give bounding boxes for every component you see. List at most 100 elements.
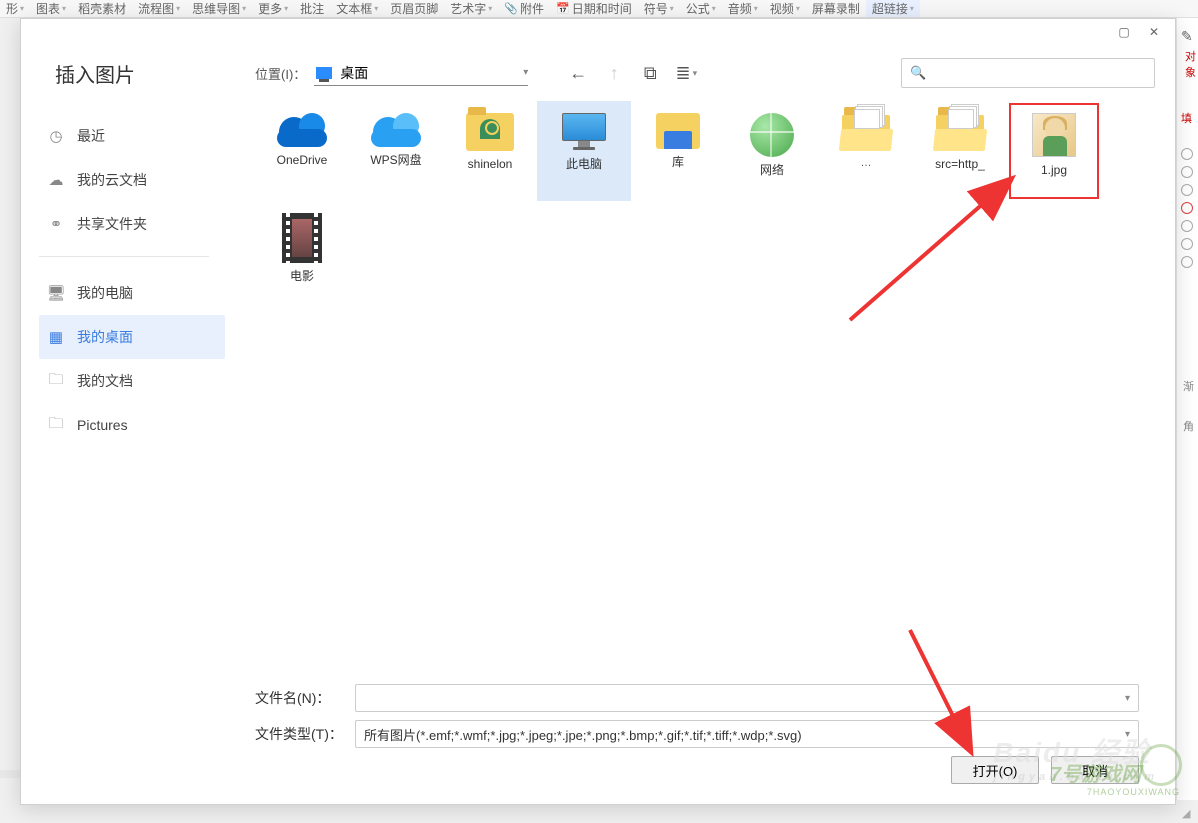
file-label: 网络	[760, 163, 784, 177]
back-button[interactable]: ←	[564, 59, 592, 87]
nav-icon: ☁	[45, 171, 67, 189]
nav-label: 最近	[77, 126, 105, 146]
sidebar-item[interactable]: ⚭共享文件夹	[39, 202, 225, 246]
ribbon-item[interactable]: 日期和时间	[550, 0, 638, 17]
insert-picture-dialog: ▢ ✕ 插入图片 ◷最近☁我的云文档⚭共享文件夹🖥我的电脑▦我的桌面🗀我的文档🗀…	[20, 18, 1176, 805]
file-label: 此电脑	[566, 157, 602, 171]
ribbon-item[interactable]: 形▾	[0, 0, 30, 17]
monitor-icon	[316, 67, 332, 79]
ribbon-item[interactable]: 流程图▾	[132, 0, 186, 17]
new-folder-button[interactable]: ⧉	[636, 59, 664, 87]
ribbon-item[interactable]: 屏幕录制	[806, 0, 866, 17]
watermark-site: 7号游戏网 7HAOYOUXIWANG	[1050, 758, 1180, 797]
nav-icon: ◷	[45, 127, 67, 145]
option-dots	[1181, 142, 1193, 274]
dialog-main: 位置(I)： 桌面 ▾ ← ↑ ⧉ ≣▾ 🔍 OneDrive WPS网盘 shin…	[231, 45, 1175, 804]
sidebar-item[interactable]: ▦ 我的桌面	[39, 315, 225, 359]
search-icon: 🔍	[910, 65, 926, 81]
filetype-label: 文件类型(T)：	[255, 724, 355, 744]
dot-icon[interactable]	[1181, 148, 1193, 160]
file-item[interactable]: …	[819, 101, 913, 201]
dot-icon[interactable]	[1181, 238, 1193, 250]
file-item[interactable]: 电影	[255, 201, 349, 301]
file-item[interactable]: src=http_	[913, 101, 1007, 201]
sidebar-item[interactable]: 🗀Pictures	[39, 403, 225, 447]
file-item[interactable]: 库	[631, 101, 725, 201]
fill-label: 填	[1181, 110, 1192, 126]
nav-icon: 🗀	[45, 413, 67, 438]
up-button[interactable]: ↑	[600, 59, 628, 87]
ribbon-item[interactable]: 视频▾	[764, 0, 806, 17]
file-item[interactable]: shinelon	[443, 101, 537, 201]
close-button[interactable]: ✕	[1139, 22, 1169, 42]
ribbon-item[interactable]: 文本框▾	[330, 0, 384, 17]
file-label: shinelon	[468, 157, 513, 171]
resize-grip[interactable]: ◢	[1182, 807, 1196, 821]
sidebar-item[interactable]: ☁ 我的云文档	[39, 158, 225, 202]
file-label: src=http_	[935, 157, 985, 171]
ribbon-item[interactable]: 音频▾	[722, 0, 764, 17]
chevron-down-icon[interactable]: ▾	[1125, 693, 1130, 704]
bg-strip	[0, 18, 20, 778]
maximize-button[interactable]: ▢	[1109, 22, 1139, 42]
nav-label: 我的文档	[77, 371, 133, 391]
search-box[interactable]: 🔍	[901, 58, 1155, 88]
ribbon-item[interactable]: 超链接▾	[866, 0, 920, 17]
nav-icon: 🗀	[45, 369, 67, 394]
ribbon-item[interactable]: 图表▾	[30, 0, 72, 17]
ribbon-item[interactable]: 附件	[498, 0, 550, 17]
search-input[interactable]	[932, 66, 1146, 81]
nav-label: 我的电脑	[77, 283, 133, 303]
file-list: OneDrive WPS网盘 shinelon 此电脑 库网络 … src=http_ 1.j…	[255, 101, 1155, 672]
file-item[interactable]: 1.jpg	[1007, 101, 1101, 201]
ribbon-item[interactable]: 批注	[294, 0, 330, 17]
sidebar-item[interactable]: 🖥 我的电脑	[39, 271, 225, 315]
file-label: WPS网盘	[370, 153, 421, 167]
grad-label: 渐	[1183, 378, 1194, 394]
file-label: 库	[672, 155, 684, 169]
ribbon-item[interactable]: 页眉页脚	[384, 0, 444, 17]
panel-title: 对象	[1176, 48, 1198, 80]
dialog-title: 插入图片	[55, 59, 215, 88]
filename-label: 文件名(N)：	[255, 688, 355, 708]
filename-input[interactable]: ▾	[355, 684, 1139, 712]
chevron-down-icon: ▾	[523, 67, 528, 78]
nav-label: 我的云文档	[77, 170, 147, 190]
dot-icon[interactable]	[1181, 166, 1193, 178]
file-item[interactable]: 网络	[725, 101, 819, 201]
location-dropdown[interactable]: 桌面 ▾	[314, 60, 528, 86]
ribbon: 形▾图表▾稻壳素材流程图▾思维导图▾更多▾批注文本框▾页眉页脚艺术字▾附件日期和…	[0, 0, 1198, 18]
nav-label: 我的桌面	[77, 327, 133, 347]
nav-icon: ▦	[45, 328, 67, 346]
dot-icon[interactable]	[1181, 202, 1193, 214]
file-item[interactable]: WPS网盘	[349, 101, 443, 201]
dot-icon[interactable]	[1181, 256, 1193, 268]
right-panel: ✎ 对象 填 渐 角	[1176, 18, 1198, 800]
angle-label: 角	[1183, 418, 1194, 434]
ribbon-item[interactable]: 稻壳素材	[72, 0, 132, 17]
ribbon-item[interactable]: 思维导图▾	[186, 0, 252, 17]
paw-icon	[1140, 744, 1182, 786]
ribbon-item[interactable]: 公式▾	[680, 0, 722, 17]
view-mode-button[interactable]: ≣▾	[672, 59, 700, 87]
nav-icon: 🖥	[45, 284, 67, 302]
location-label: 位置(I)：	[255, 64, 306, 83]
file-item[interactable]: OneDrive	[255, 101, 349, 201]
dot-icon[interactable]	[1181, 220, 1193, 232]
sidebar-item[interactable]: 🗀 我的文档	[39, 359, 225, 403]
nav-label: 共享文件夹	[77, 214, 147, 234]
ribbon-item[interactable]: 艺术字▾	[444, 0, 498, 17]
dot-icon[interactable]	[1181, 184, 1193, 196]
highlight-box	[1009, 103, 1099, 199]
location-value: 桌面	[340, 63, 368, 83]
dialog-titlebar: ▢ ✕	[21, 19, 1175, 45]
file-item[interactable]: 此电脑	[537, 101, 631, 201]
file-label: OneDrive	[277, 153, 328, 167]
pin-icon[interactable]: ✎	[1181, 28, 1193, 45]
file-label: 电影	[290, 269, 314, 283]
dialog-toolbar: 位置(I)： 桌面 ▾ ← ↑ ⧉ ≣▾ 🔍	[255, 45, 1155, 101]
ribbon-item[interactable]: 更多▾	[252, 0, 294, 17]
dialog-sidebar: 插入图片 ◷ 最近 ☁ 我的云文档 ⚭共享文件夹 🖥 我的电脑 ▦ 我的桌面 🗀 我的文档 🗀Pict…	[21, 45, 231, 804]
ribbon-item[interactable]: 符号▾	[638, 0, 680, 17]
sidebar-item[interactable]: ◷ 最近	[39, 114, 225, 158]
